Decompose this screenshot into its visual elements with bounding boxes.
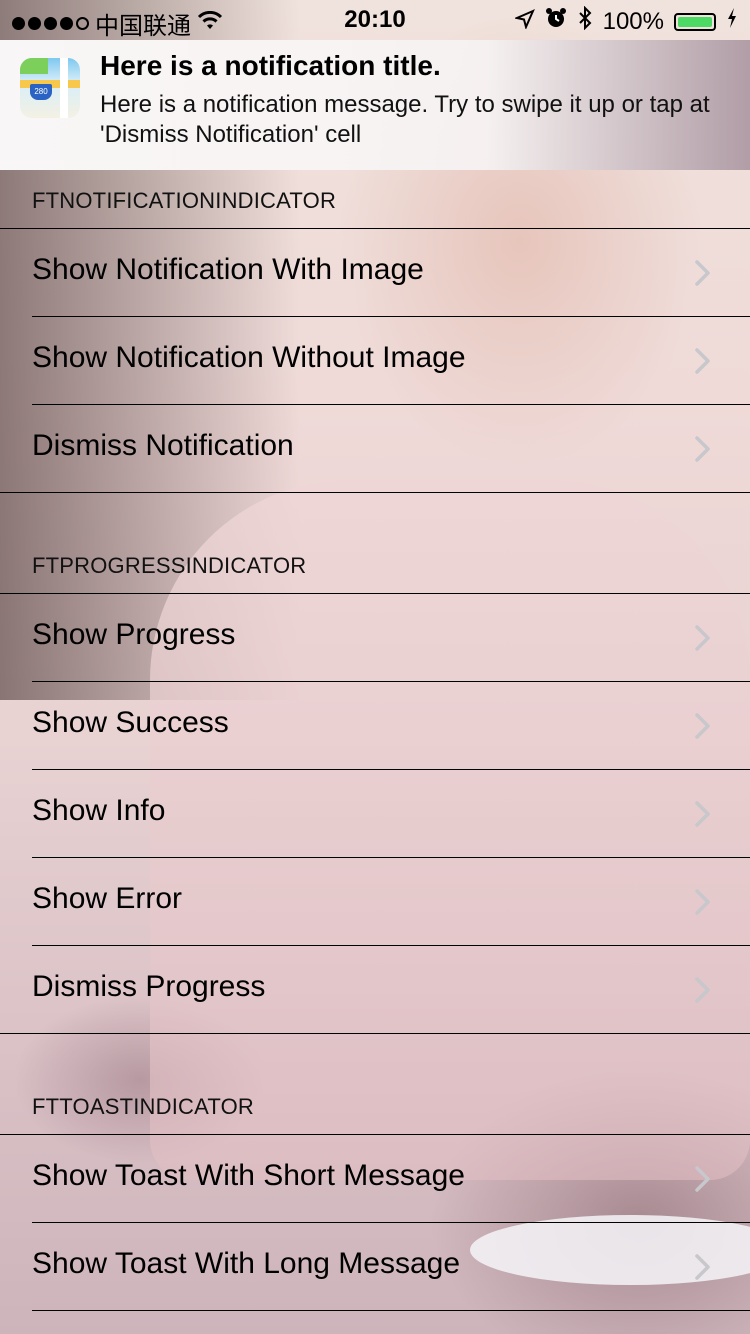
- battery-percent: 100%: [602, 7, 664, 35]
- cell-show-toast-short[interactable]: Show Toast With Short Message: [32, 1135, 750, 1223]
- chevron-right-icon: [694, 347, 718, 374]
- cell-show-info[interactable]: Show Info: [32, 770, 750, 858]
- section-header-progress: FTPROGRESSINDICATOR: [0, 493, 750, 594]
- section-header-toast: FTTOASTINDICATOR: [0, 1034, 750, 1135]
- status-bar: 中国联通 20:10 100%: [0, 0, 750, 40]
- section-header-label: FTNOTIFICATIONINDICATOR: [32, 188, 337, 213]
- status-right: 100%: [513, 5, 738, 37]
- section-header-label: FTTOASTINDICATOR: [32, 1094, 254, 1119]
- cell-dismiss-progress[interactable]: Dismiss Progress: [0, 946, 750, 1034]
- chevron-right-icon: [694, 888, 718, 915]
- bluetooth-icon: [577, 5, 593, 37]
- chevron-right-icon: [694, 259, 718, 286]
- maps-icon-street: [60, 58, 68, 118]
- cell-show-notification-with-image[interactable]: Show Notification With Image: [32, 229, 750, 317]
- cell-label: Show Toast With Short Message: [32, 1159, 465, 1192]
- charging-bolt-icon: [726, 7, 738, 36]
- cell-label: Show Notification Without Image: [32, 341, 466, 374]
- alarm-clock-icon: [545, 7, 567, 36]
- cell-label: Dismiss Notification: [32, 429, 294, 462]
- cell-label: Show Info: [32, 794, 166, 827]
- cell-label: Show Toast With Long Message: [32, 1247, 461, 1280]
- cell-show-error[interactable]: Show Error: [32, 858, 750, 946]
- table-view[interactable]: FTNOTIFICATIONINDICATOR Show Notificatio…: [0, 170, 750, 1311]
- cell-label: Show Success: [32, 706, 229, 739]
- cell-dismiss-notification[interactable]: Dismiss Notification: [0, 405, 750, 493]
- location-arrow-icon: [513, 8, 535, 36]
- cell-label: Show Progress: [32, 618, 236, 651]
- notification-message: Here is a notification message. Try to s…: [100, 91, 710, 148]
- battery-fill: [678, 16, 712, 27]
- maps-icon: 280: [20, 58, 80, 118]
- cell-label: Show Error: [32, 882, 183, 915]
- cell-label: Show Notification With Image: [32, 253, 424, 286]
- section-header-label: FTPROGRESSINDICATOR: [32, 553, 307, 578]
- cell-show-success[interactable]: Show Success: [32, 682, 750, 770]
- section-header-notification: FTNOTIFICATIONINDICATOR: [0, 170, 750, 229]
- notification-banner[interactable]: 280 Here is a notification title. Here i…: [0, 40, 750, 170]
- chevron-right-icon: [694, 976, 718, 1003]
- chevron-right-icon: [694, 712, 718, 739]
- notification-title: Here is a notification title.: [100, 50, 441, 81]
- chevron-right-icon: [694, 1253, 718, 1280]
- cell-label: Dismiss Progress: [32, 970, 266, 1003]
- chevron-right-icon: [694, 624, 718, 651]
- chevron-right-icon: [694, 435, 718, 462]
- cell-show-notification-without-image[interactable]: Show Notification Without Image: [32, 317, 750, 405]
- maps-icon-highway-shield: 280: [30, 84, 52, 100]
- screen: 中国联通 20:10 100% 280 Here is a notificati…: [0, 0, 750, 1334]
- cell-show-progress[interactable]: Show Progress: [32, 594, 750, 682]
- chevron-right-icon: [694, 1165, 718, 1192]
- maps-icon-park: [20, 58, 48, 74]
- chevron-right-icon: [694, 800, 718, 827]
- battery-icon: [674, 12, 716, 31]
- cell-show-toast-long[interactable]: Show Toast With Long Message: [32, 1223, 750, 1311]
